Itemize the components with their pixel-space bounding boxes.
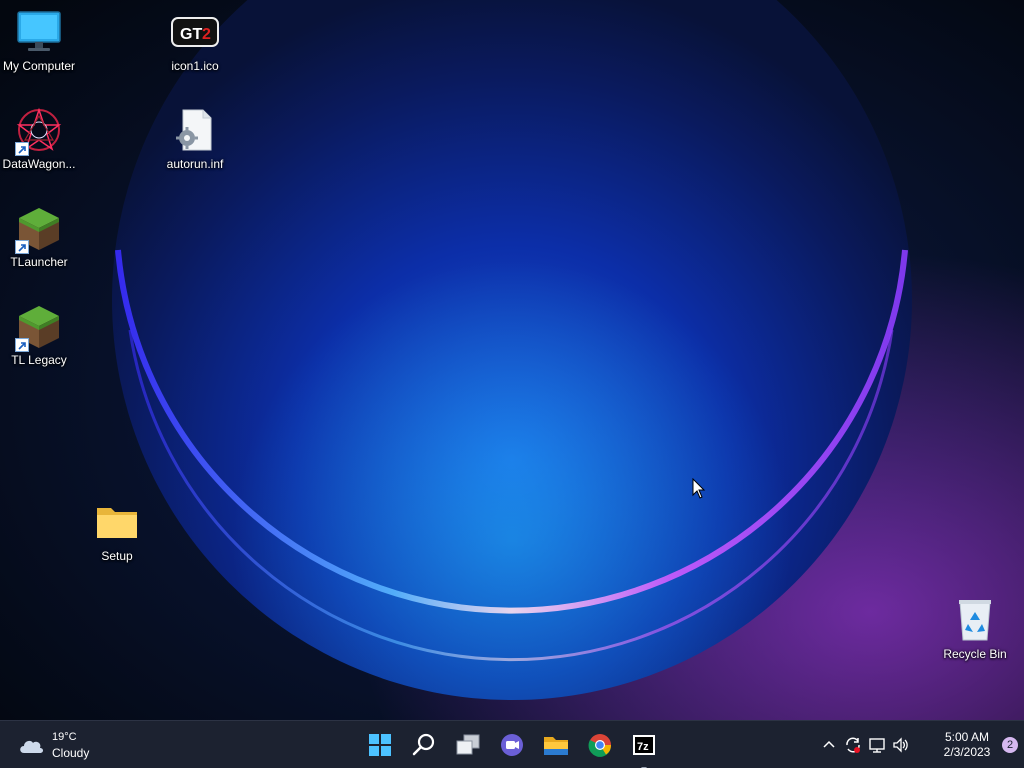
windows-start-icon bbox=[369, 734, 391, 756]
folder-icon bbox=[93, 498, 141, 546]
shortcut-arrow-icon bbox=[15, 240, 29, 254]
desktop[interactable]: My Computer GT 2 icon1.ico DataWagon... bbox=[0, 0, 1024, 768]
datawagon-icon bbox=[15, 106, 63, 156]
svg-text:7z: 7z bbox=[637, 741, 649, 753]
desktop-icon-tl-legacy[interactable]: TL Legacy bbox=[0, 296, 78, 386]
chrome-button[interactable] bbox=[584, 729, 616, 761]
desktop-icon-icon1[interactable]: GT 2 icon1.ico bbox=[156, 2, 234, 92]
gta2-logo-icon: GT 2 bbox=[171, 8, 219, 56]
mouse-cursor-icon bbox=[692, 478, 706, 499]
chevron-up-icon[interactable] bbox=[820, 736, 838, 754]
clock[interactable]: 5:00 AM 2/3/2023 bbox=[932, 730, 1002, 760]
desktop-icon-autorun[interactable]: autorun.inf bbox=[156, 100, 234, 190]
desktop-icon-label: My Computer bbox=[2, 59, 76, 73]
clock-date: 2/3/2023 bbox=[943, 745, 991, 759]
svg-text:GT: GT bbox=[180, 26, 202, 43]
desktop-icon-tlauncher[interactable]: TLauncher bbox=[0, 198, 78, 288]
volume-icon[interactable] bbox=[892, 736, 910, 754]
svg-text:2: 2 bbox=[202, 26, 211, 43]
desktop-icon-label: TLauncher bbox=[10, 255, 68, 269]
shortcut-arrow-icon bbox=[15, 142, 29, 156]
search-icon bbox=[412, 733, 435, 756]
clock-time: 5:00 AM bbox=[944, 730, 990, 744]
teams-chat-icon bbox=[501, 734, 523, 756]
start-button[interactable] bbox=[364, 729, 396, 761]
shortcut-arrow-icon bbox=[15, 338, 29, 352]
grass-block-icon bbox=[15, 204, 63, 254]
cloud-icon bbox=[20, 740, 43, 753]
desktop-icon-label: TL Legacy bbox=[11, 353, 67, 367]
chrome-icon bbox=[588, 734, 612, 757]
notification-badge[interactable]: 2 bbox=[1002, 737, 1018, 753]
desktop-icon-label: autorun.inf bbox=[166, 157, 224, 171]
task-view-button[interactable] bbox=[452, 729, 484, 761]
weather-widget[interactable]: 19°C Cloudy bbox=[16, 729, 116, 761]
sync-icon[interactable] bbox=[844, 736, 862, 754]
seven-zip-icon: 7z bbox=[633, 735, 655, 755]
task-view-icon bbox=[456, 734, 480, 755]
file-explorer-button[interactable] bbox=[540, 729, 572, 761]
file-explorer-icon bbox=[544, 737, 568, 755]
settings-file-icon bbox=[171, 106, 219, 154]
network-icon[interactable] bbox=[868, 736, 886, 754]
desktop-icon-setup[interactable]: Setup bbox=[78, 492, 156, 582]
weather-condition: Cloudy bbox=[52, 746, 90, 760]
taskbar: 19°C Cloudy 7z 5:00 AM 2/3/2023 2 bbox=[0, 720, 1024, 768]
desktop-icon-datawagon[interactable]: DataWagon... bbox=[0, 100, 78, 190]
grass-block-icon bbox=[15, 302, 63, 352]
weather-temperature: 19°C bbox=[52, 731, 77, 743]
desktop-icon-label: DataWagon... bbox=[2, 157, 76, 171]
desktop-icon-label: icon1.ico bbox=[171, 59, 219, 73]
desktop-icon-recycle-bin[interactable]: Recycle Bin bbox=[936, 590, 1014, 680]
desktop-icon-label: Setup bbox=[101, 549, 133, 563]
wallpaper bbox=[0, 0, 1024, 720]
system-tray: 5:00 AM 2/3/2023 2 bbox=[814, 721, 1024, 768]
monitor-icon bbox=[15, 8, 63, 56]
chat-button[interactable] bbox=[496, 729, 528, 761]
recycle-bin-icon bbox=[951, 596, 999, 644]
desktop-icon-my-computer[interactable]: My Computer bbox=[0, 2, 78, 92]
search-button[interactable] bbox=[408, 729, 440, 761]
desktop-icon-label: Recycle Bin bbox=[943, 647, 1007, 661]
seven-zip-button[interactable]: 7z bbox=[628, 729, 660, 768]
